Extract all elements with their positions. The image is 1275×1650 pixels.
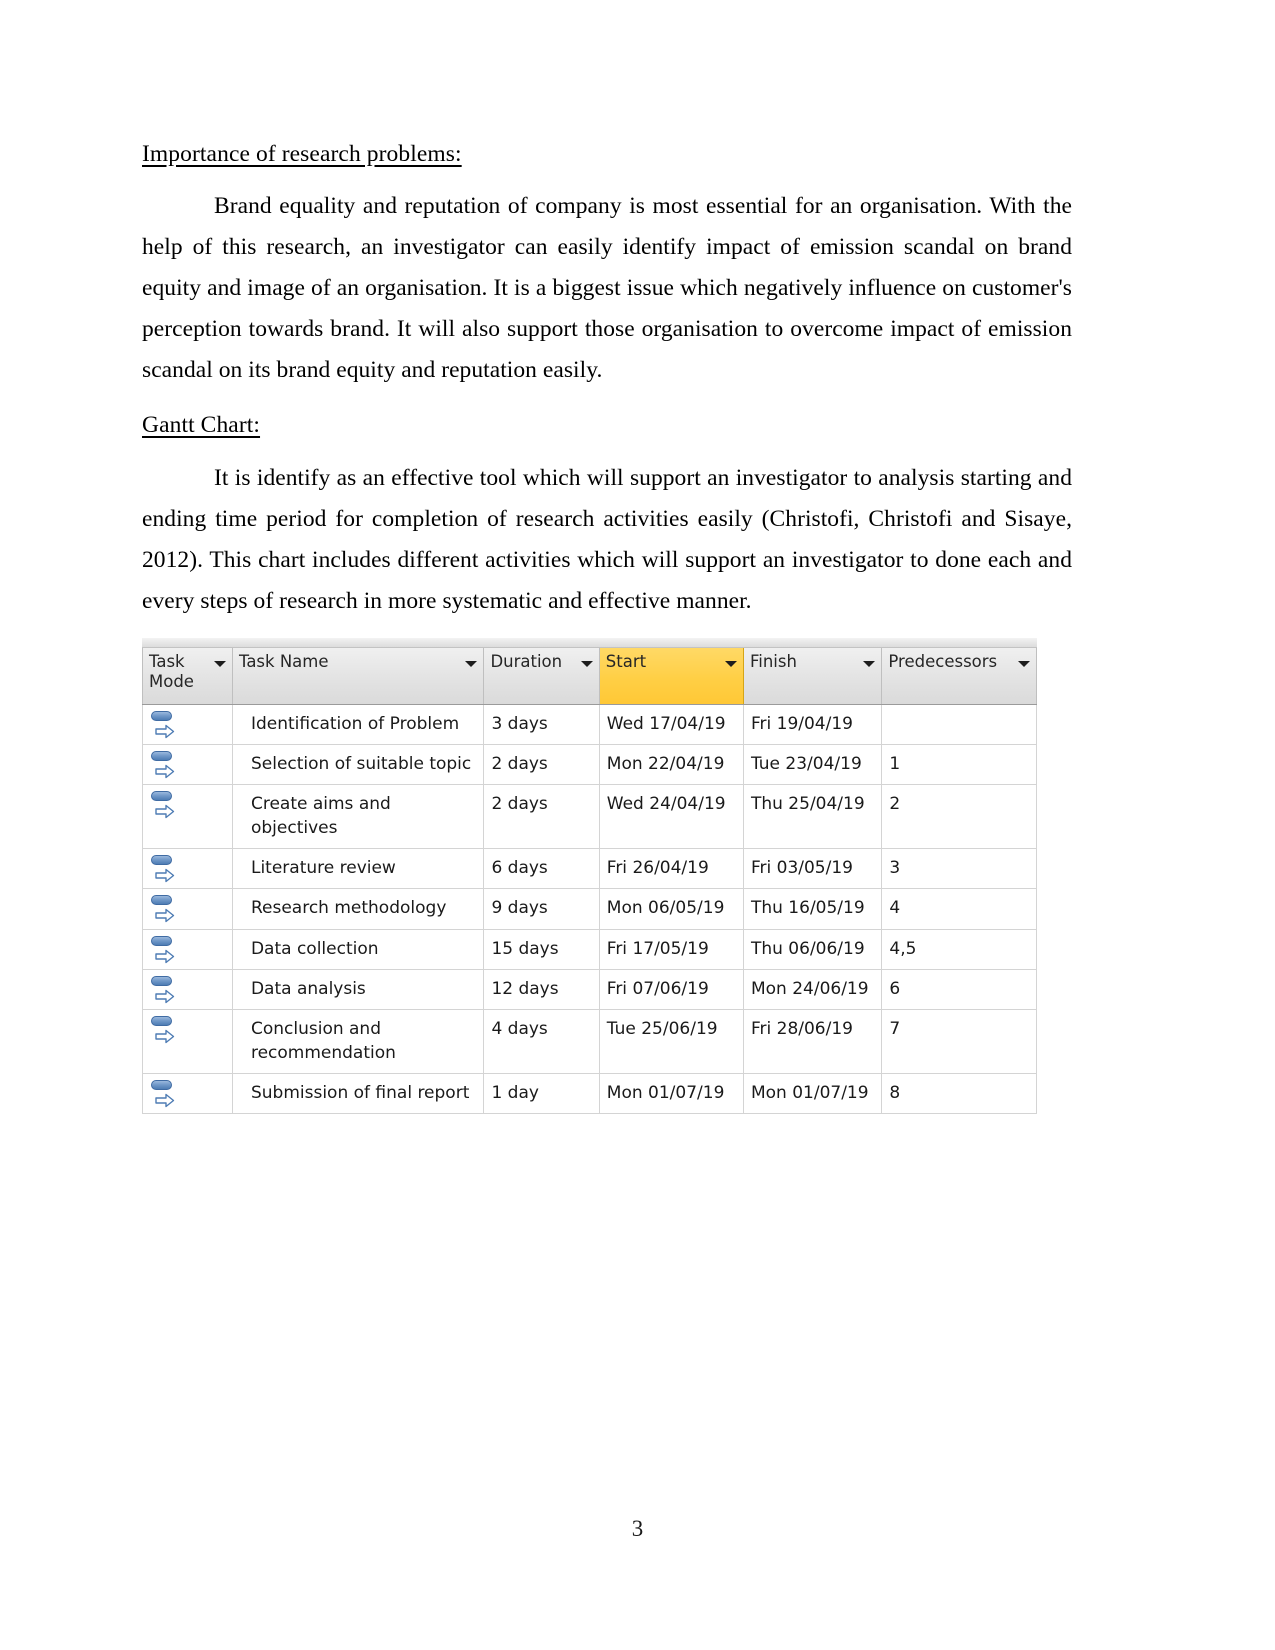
cell-predecessors[interactable]: 2 <box>881 784 1037 850</box>
table-header-row-group: Task Mode Task Name Duration Start Finish Pre… <box>142 647 1037 705</box>
gantt-chart-table-image: Task Mode Task Name Duration Start Finish Pre… <box>142 637 1037 1115</box>
column-header-label: Task Name <box>238 651 329 671</box>
page-number: 3 <box>631 1516 644 1541</box>
cell-start[interactable]: Fri 07/06/19 <box>599 969 744 1010</box>
table-row[interactable]: Research methodology 9 days Mon 06/05/19 Th… <box>142 888 1037 930</box>
cell-task-name[interactable]: Selection of suitable topic <box>232 744 485 786</box>
cell-duration[interactable]: 6 days <box>483 848 600 890</box>
table-row[interactable]: Literature review 6 days Fri 26/04/19 Fri 0… <box>142 848 1037 890</box>
cell-finish[interactable]: Thu 16/05/19 <box>743 888 883 930</box>
cell-task-name[interactable]: Create aims and objectives <box>232 784 485 850</box>
cell-finish[interactable]: Fri 03/05/19 <box>743 848 883 890</box>
cell-predecessors[interactable]: 1 <box>881 744 1037 786</box>
table-row[interactable]: Conclusion and recommendation 4 days Tue 2… <box>142 1009 1037 1075</box>
column-header-label: Task Mode <box>149 651 194 692</box>
cell-task-mode[interactable] <box>142 704 233 745</box>
filter-dropdown-icon[interactable] <box>580 660 593 667</box>
cell-task-name[interactable]: Research methodology <box>232 888 485 930</box>
cell-start[interactable]: Mon 01/07/19 <box>599 1073 744 1115</box>
cell-predecessors[interactable]: 8 <box>881 1073 1037 1115</box>
paragraph-gantt-chart: It is identify as an effective tool whic… <box>142 464 1072 614</box>
column-header-label: Duration <box>490 651 563 671</box>
cell-task-mode[interactable] <box>142 784 233 850</box>
column-header-start[interactable]: Start <box>598 647 744 705</box>
column-header-task_name[interactable]: Task Name <box>232 647 485 705</box>
cell-predecessors[interactable]: 7 <box>881 1009 1037 1075</box>
cell-task-mode[interactable] <box>142 888 233 930</box>
cell-finish[interactable]: Thu 06/06/19 <box>743 929 883 970</box>
cell-predecessors[interactable] <box>881 704 1037 745</box>
filter-dropdown-icon[interactable] <box>465 660 478 667</box>
cell-start[interactable]: Tue 25/06/19 <box>599 1009 744 1075</box>
cell-predecessors[interactable]: 3 <box>881 848 1037 890</box>
document-page: Importance of research problems: Brand e… <box>0 0 1275 1650</box>
table-body: Identification of Problem 3 days Wed 17/04… <box>142 704 1037 1115</box>
filter-dropdown-icon[interactable] <box>213 660 226 667</box>
table-row[interactable]: Identification of Problem 3 days Wed 17/04… <box>142 704 1037 745</box>
cell-task-name[interactable]: Data collection <box>232 929 485 970</box>
cell-start[interactable]: Mon 06/05/19 <box>599 888 744 930</box>
table-row[interactable]: Selection of suitable topic 2 days Mon 22/… <box>142 744 1037 786</box>
column-header-finish[interactable]: Finish <box>743 647 883 705</box>
cell-task-mode[interactable] <box>142 848 233 890</box>
cell-duration[interactable]: 9 days <box>483 888 600 930</box>
cell-finish[interactable]: Thu 25/04/19 <box>743 784 883 850</box>
cell-task-name[interactable]: Data analysis <box>232 969 485 1010</box>
cell-finish[interactable]: Mon 01/07/19 <box>743 1073 883 1115</box>
cell-finish[interactable]: Tue 23/04/19 <box>743 744 883 786</box>
cell-finish[interactable]: Fri 19/04/19 <box>743 704 883 745</box>
filter-dropdown-icon[interactable] <box>724 660 737 667</box>
cell-duration[interactable]: 15 days <box>483 929 600 970</box>
cell-finish[interactable]: Fri 28/06/19 <box>743 1009 883 1075</box>
column-header-label: Finish <box>749 651 797 671</box>
table-header-row: Task Mode Task Name Duration Start Finish Pre… <box>142 647 1037 705</box>
cell-duration[interactable]: 3 days <box>483 704 600 745</box>
filter-dropdown-icon[interactable] <box>1018 660 1030 667</box>
table-row[interactable]: Create aims and objectives 2 days Wed 24/0… <box>142 784 1037 850</box>
cell-task-mode[interactable] <box>142 969 233 1010</box>
cell-task-mode[interactable] <box>142 744 233 786</box>
cell-predecessors[interactable]: 4,5 <box>881 929 1037 970</box>
section-heading-importance: Importance of research problems: <box>142 141 462 167</box>
project-task-table: Task Mode Task Name Duration Start Finish Pre… <box>142 647 1037 1115</box>
cell-predecessors[interactable]: 4 <box>881 888 1037 930</box>
table-top-strip <box>142 637 1037 648</box>
column-header-predecessors[interactable]: Predecessors <box>881 647 1037 705</box>
cell-duration[interactable]: 12 days <box>483 969 600 1010</box>
cell-start[interactable]: Wed 17/04/19 <box>599 704 744 745</box>
section-heading-gantt-chart: Gantt Chart: <box>142 412 261 439</box>
cell-task-mode[interactable] <box>142 1073 233 1115</box>
cell-task-name[interactable]: Literature review <box>232 848 485 890</box>
cell-predecessors[interactable]: 6 <box>881 969 1037 1010</box>
table-row[interactable]: Data analysis 12 days Fri 07/06/19 Mon 24/0… <box>142 969 1037 1010</box>
cell-task-mode[interactable] <box>142 929 233 970</box>
column-header-label: Predecessors <box>888 651 998 671</box>
cell-start[interactable]: Fri 17/05/19 <box>599 929 744 970</box>
cell-start[interactable]: Wed 24/04/19 <box>599 784 744 850</box>
cell-finish[interactable]: Mon 24/06/19 <box>743 969 883 1010</box>
cell-duration[interactable]: 4 days <box>483 1009 600 1075</box>
cell-task-mode[interactable] <box>142 1009 233 1075</box>
page-content: Importance of research problems: Brand e… <box>142 138 1072 1115</box>
table-row[interactable]: Submission of final report 1 day Mon 01/07… <box>142 1073 1037 1115</box>
column-header-label: Start <box>605 651 647 671</box>
column-header-duration[interactable]: Duration <box>483 647 600 705</box>
table-row[interactable]: Data collection 15 days Fri 17/05/19 Thu 06… <box>142 929 1037 970</box>
cell-task-name[interactable]: Identification of Problem <box>232 704 485 745</box>
paragraph-importance: Brand equality and reputation of company… <box>142 193 1072 384</box>
cell-start[interactable]: Fri 26/04/19 <box>599 848 744 890</box>
cell-start[interactable]: Mon 22/04/19 <box>599 744 744 786</box>
cell-task-name[interactable]: Submission of final report <box>232 1073 485 1115</box>
cell-duration[interactable]: 1 day <box>483 1073 600 1115</box>
cell-duration[interactable]: 2 days <box>483 744 600 786</box>
column-header-task_mode[interactable]: Task Mode <box>142 647 233 705</box>
filter-dropdown-icon[interactable] <box>863 660 876 667</box>
cell-task-name[interactable]: Conclusion and recommendation <box>232 1009 485 1075</box>
cell-duration[interactable]: 2 days <box>483 784 600 850</box>
